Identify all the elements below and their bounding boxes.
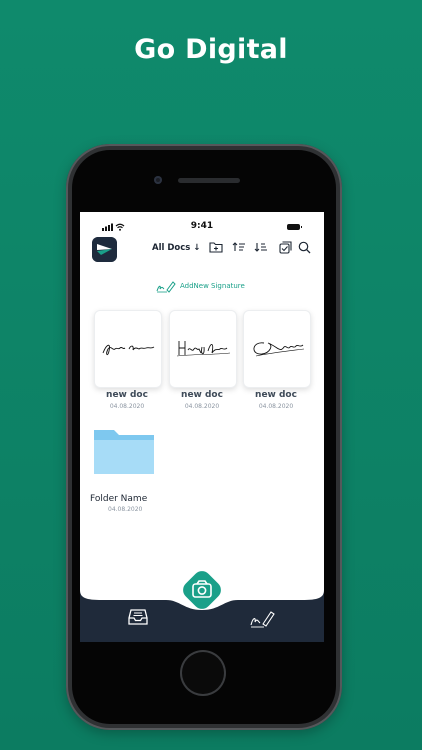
home-button[interactable] (180, 650, 226, 696)
camera-button[interactable] (176, 564, 228, 616)
search-icon[interactable] (298, 241, 311, 254)
doc-name: new doc (255, 390, 297, 400)
filter-dropdown[interactable]: All Docs ↓ (152, 243, 200, 253)
folder-icon[interactable] (92, 428, 156, 476)
signature-thumbnail (253, 342, 305, 357)
doc-date: 04.08.2020 (184, 403, 220, 410)
folder-name[interactable]: Folder Name (90, 494, 170, 504)
folder-add-icon[interactable] (209, 241, 223, 253)
doc-card[interactable] (94, 310, 162, 388)
speaker-grille (178, 178, 240, 183)
doc-date: 04.08.2020 (258, 403, 294, 410)
add-signature-button[interactable]: AddNew Signature (156, 279, 245, 293)
signature-thumbnail (176, 341, 231, 357)
front-camera (154, 176, 162, 184)
signature-icon (156, 281, 176, 293)
doc-card[interactable] (169, 310, 237, 388)
app-logo-icon[interactable] (92, 237, 117, 262)
signature-thumbnail (102, 344, 155, 356)
folder-date: 04.08.2020 (108, 506, 143, 513)
headline: Go Digital (134, 34, 288, 65)
select-icon[interactable] (279, 241, 292, 254)
sort-asc-icon[interactable] (232, 241, 246, 253)
battery-icon (287, 224, 302, 230)
doc-date: 04.08.2020 (109, 403, 145, 410)
doc-card[interactable] (243, 310, 311, 388)
inbox-icon[interactable] (128, 608, 148, 626)
app-screen: 9:41 All Docs ↓ AddNew Signature new doc… (80, 212, 324, 642)
add-signature-label: AddNew Signature (180, 282, 245, 290)
sort-desc-icon[interactable] (254, 241, 268, 253)
status-bar: 9:41 (80, 212, 324, 232)
doc-name: new doc (106, 390, 148, 400)
doc-name: new doc (181, 390, 223, 400)
pen-sign-icon[interactable] (250, 608, 276, 628)
